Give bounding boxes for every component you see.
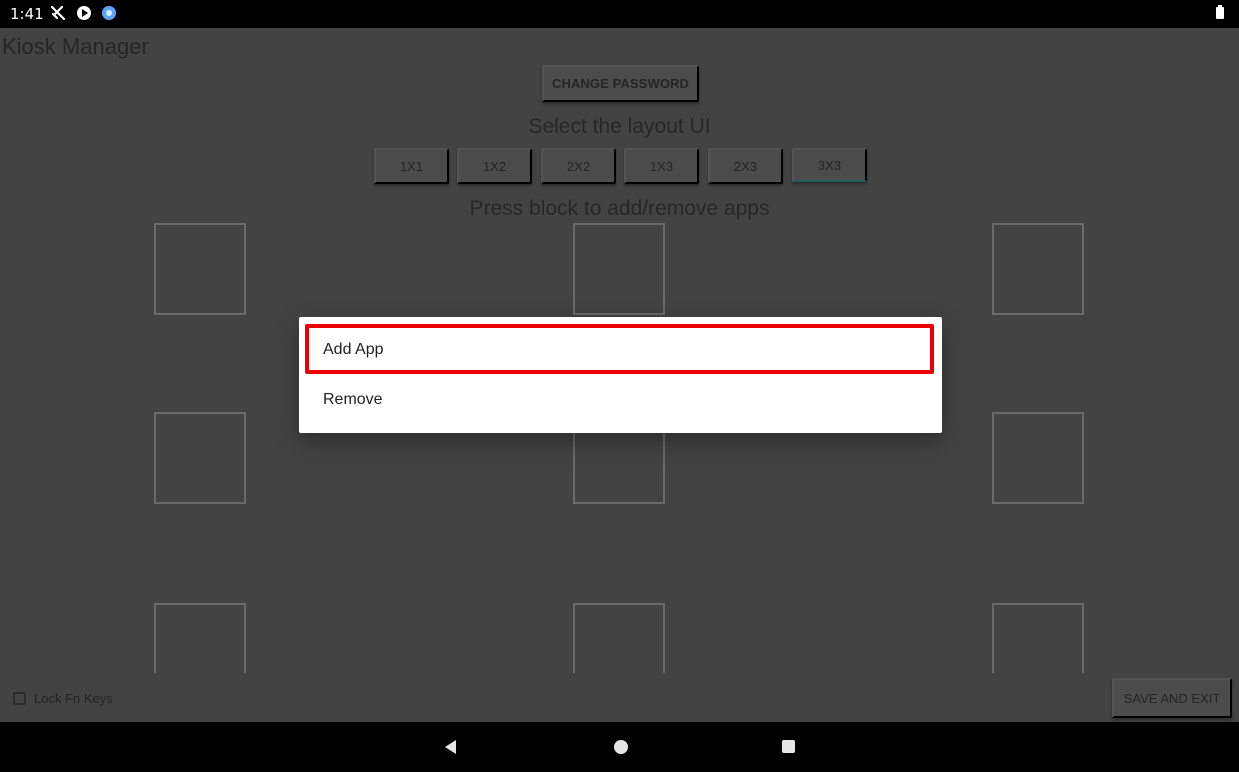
layout-1x2-button[interactable]: 1X2 (457, 148, 532, 184)
app-block-2[interactable] (573, 223, 665, 315)
app-block-4[interactable] (154, 412, 246, 504)
app-block-8[interactable] (573, 603, 665, 673)
recent-apps-icon[interactable] (782, 740, 795, 753)
lock-fn-keys-checkbox[interactable] (13, 691, 26, 705)
add-app-menu-item[interactable]: Add App (299, 326, 942, 374)
layout-heading: Select the layout UI (528, 115, 711, 138)
vpn-key-icon (77, 6, 91, 20)
layout-2x3-button[interactable]: 2X3 (708, 148, 783, 184)
tools-icon (50, 5, 66, 21)
app-icon (102, 6, 116, 20)
lock-fn-keys-row[interactable]: Lock Fn Keys (13, 686, 113, 710)
home-icon[interactable] (614, 740, 628, 754)
app-block-7[interactable] (154, 603, 246, 673)
back-icon[interactable] (445, 740, 456, 754)
layout-1x3-button[interactable]: 1X3 (624, 148, 699, 184)
layout-2x2-button[interactable]: 2X2 (541, 148, 616, 184)
lock-fn-keys-label: Lock Fn Keys (34, 690, 113, 706)
app-block-3[interactable] (992, 223, 1084, 315)
app-options-dialog: Add App Remove (299, 317, 942, 433)
status-time: 1:41 (10, 5, 44, 23)
change-password-button[interactable]: CHANGE PASSWORD (542, 65, 699, 102)
block-heading: Press block to add/remove apps (469, 197, 770, 220)
app-block-6[interactable] (992, 412, 1084, 504)
remove-menu-item[interactable]: Remove (299, 376, 942, 424)
layout-options: 1X1 1X2 2X2 1X3 2X3 3X3 (374, 148, 867, 184)
layout-1x1-button[interactable]: 1X1 (374, 148, 449, 184)
layout-3x3-button[interactable]: 3X3 (792, 148, 867, 182)
save-and-exit-button[interactable]: SAVE AND EXIT (1112, 678, 1232, 718)
status-bar: 1:41 (0, 0, 1239, 28)
battery-icon (1216, 5, 1224, 19)
app-title: Kiosk Manager (2, 34, 149, 59)
app-block-9[interactable] (992, 603, 1084, 673)
android-screen: 1:41 Kiosk Manager CHANGE PASSWORD Selec… (0, 0, 1239, 772)
navigation-bar (0, 722, 1239, 772)
app-block-1[interactable] (154, 223, 246, 315)
